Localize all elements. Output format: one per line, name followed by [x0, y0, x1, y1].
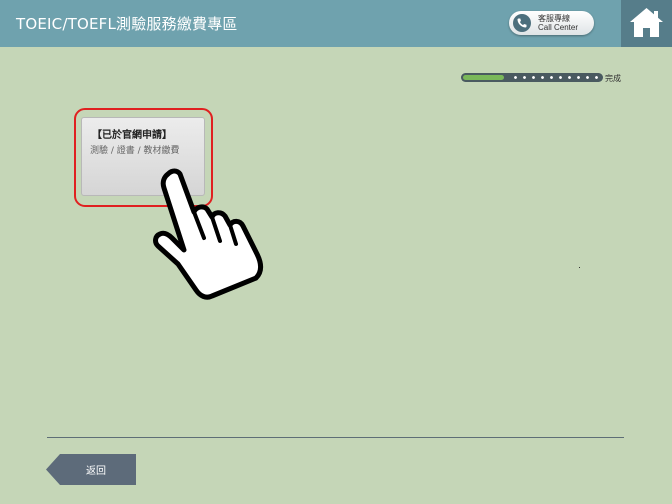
- header-bar: TOEIC/TOEFL測驗服務繳費專區 客服專線 Call Center: [0, 0, 672, 47]
- progress-bar: [461, 73, 603, 82]
- option-subtitle: 測驗 / 證書 / 教材繳費: [90, 146, 180, 156]
- progress-fill: [463, 75, 504, 80]
- option-title: 【已於官網申請】: [92, 130, 172, 141]
- back-button[interactable]: 返回: [46, 454, 136, 485]
- back-label: 返回: [86, 466, 106, 477]
- call-center-label-en: Call Center: [538, 23, 579, 32]
- progress-label: 完成: [605, 74, 621, 83]
- artifact-dot: [579, 267, 580, 268]
- call-center-button[interactable]: 客服專線 Call Center: [509, 11, 594, 35]
- progress-steps: [511, 76, 599, 79]
- page-title: TOEIC/TOEFL測驗服務繳費專區: [16, 15, 238, 33]
- hand-pointer-icon: [153, 168, 264, 300]
- home-icon: [630, 8, 663, 37]
- home-button[interactable]: [621, 0, 672, 47]
- footer-divider: [47, 437, 624, 438]
- phone-icon: [513, 14, 531, 32]
